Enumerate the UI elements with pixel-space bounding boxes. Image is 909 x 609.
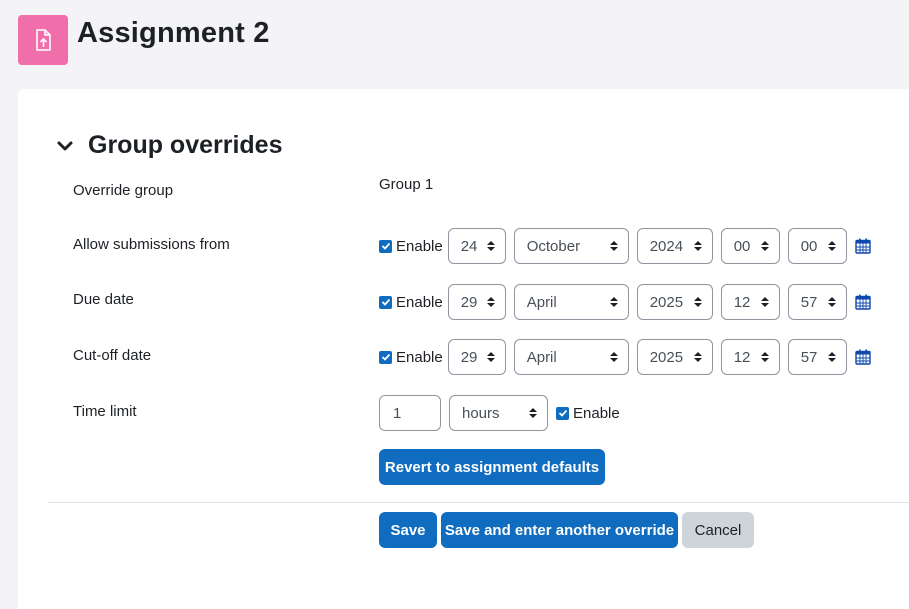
cutoff-date-day-select[interactable]: 29 (447, 339, 506, 375)
time-limit-enable-checkbox[interactable] (556, 406, 569, 420)
time-limit-label: Time limit (73, 403, 137, 420)
select-arrows-icon (486, 352, 495, 362)
select-arrows-icon (529, 408, 537, 418)
section-header[interactable]: Group overrides (56, 131, 283, 160)
select-arrows-icon (693, 352, 702, 362)
select-arrows-icon (486, 241, 495, 251)
allow-from-enable-checkbox[interactable] (379, 239, 392, 253)
allow-from-year-select[interactable]: 2024 (636, 228, 713, 264)
select-arrows-icon (609, 241, 618, 251)
select-arrows-icon (827, 297, 836, 307)
page-title: Assignment 2 (77, 16, 270, 49)
divider (48, 502, 909, 503)
allow-from-label: Allow submissions from (73, 236, 230, 253)
cutoff-date-minute-select[interactable]: 57 (787, 339, 847, 375)
due-date-enable-checkbox[interactable] (379, 295, 392, 309)
calendar-icon[interactable] (855, 349, 871, 365)
select-arrows-icon (827, 241, 836, 251)
chevron-down-icon[interactable] (56, 137, 74, 155)
select-arrows-icon (760, 297, 769, 307)
assignment-upload-icon (18, 15, 68, 65)
cutoff-date-year-select[interactable]: 2025 (636, 339, 713, 375)
allow-from-month-select[interactable]: October (513, 228, 629, 264)
select-arrows-icon (760, 241, 769, 251)
due-date-enable-label: Enable (396, 293, 443, 311)
cutoff-date-row: Enable 29 April 2025 12 57 (379, 339, 871, 375)
time-limit-row: 1 hours Enable (379, 395, 625, 431)
select-arrows-icon (693, 297, 702, 307)
calendar-icon[interactable] (855, 294, 871, 310)
select-arrows-icon (486, 297, 495, 307)
select-arrows-icon (609, 352, 618, 362)
due-date-hour-select[interactable]: 12 (720, 284, 780, 320)
due-date-month-select[interactable]: April (513, 284, 629, 320)
cutoff-date-enable-checkbox[interactable] (379, 350, 392, 364)
allow-from-enable-label: Enable (396, 237, 443, 255)
cutoff-date-enable-label: Enable (396, 348, 443, 366)
page-header: Assignment 2 (18, 15, 270, 65)
select-arrows-icon (827, 352, 836, 362)
save-button[interactable]: Save (379, 512, 437, 548)
cutoff-date-label: Cut-off date (73, 347, 152, 364)
override-group-value: Group 1 (379, 176, 434, 193)
allow-from-row: Enable 24 October 2024 00 00 (379, 228, 871, 264)
due-date-day-select[interactable]: 29 (447, 284, 506, 320)
time-limit-input[interactable]: 1 (379, 395, 441, 431)
time-limit-unit-select[interactable]: hours (449, 395, 548, 431)
due-date-label: Due date (73, 291, 134, 308)
revert-defaults-button[interactable]: Revert to assignment defaults (379, 449, 605, 485)
select-arrows-icon (693, 241, 702, 251)
form-card: Group overrides Override group Group 1 A… (18, 89, 909, 609)
due-date-minute-select[interactable]: 57 (787, 284, 847, 320)
allow-from-minute-select[interactable]: 00 (787, 228, 847, 264)
select-arrows-icon (609, 297, 618, 307)
cancel-button[interactable]: Cancel (682, 512, 754, 548)
due-date-year-select[interactable]: 2025 (636, 284, 713, 320)
due-date-row: Enable 29 April 2025 12 57 (379, 284, 871, 320)
save-another-button[interactable]: Save and enter another override (441, 512, 678, 548)
cutoff-date-hour-select[interactable]: 12 (720, 339, 780, 375)
cutoff-date-month-select[interactable]: April (513, 339, 629, 375)
allow-from-hour-select[interactable]: 00 (720, 228, 780, 264)
section-title: Group overrides (88, 131, 283, 159)
time-limit-enable-label: Enable (573, 404, 620, 422)
select-arrows-icon (760, 352, 769, 362)
allow-from-day-select[interactable]: 24 (447, 228, 506, 264)
override-group-label: Override group (73, 182, 174, 199)
calendar-icon[interactable] (855, 238, 871, 254)
